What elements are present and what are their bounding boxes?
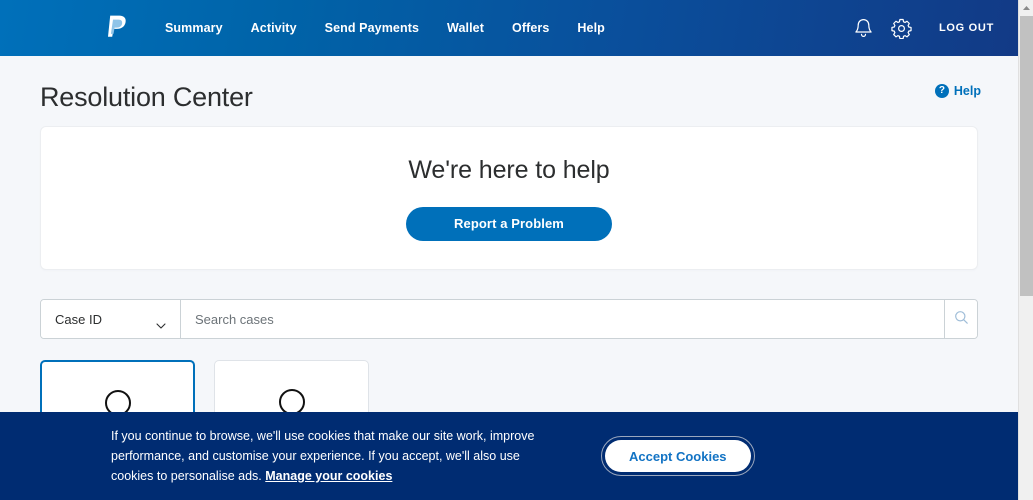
nav-right-group: LOG OUT — [847, 11, 994, 45]
question-mark-icon: ? — [934, 84, 949, 98]
nav-link-summary[interactable]: Summary — [165, 15, 223, 41]
page-title: Resolution Center — [40, 82, 253, 112]
search-submit-button[interactable] — [944, 300, 977, 338]
accept-cookies-button[interactable]: Accept Cookies — [605, 440, 751, 472]
chevron-down-icon — [156, 316, 166, 329]
nav-link-offers[interactable]: Offers — [512, 15, 549, 41]
help-hero-card: We're here to help Report a Problem — [40, 126, 978, 270]
nav-link-activity[interactable]: Activity — [251, 15, 297, 41]
case-id-dropdown-label: Case ID — [55, 311, 102, 327]
page-header: Resolution Center ? Help — [0, 56, 1018, 126]
hero-title: We're here to help — [408, 155, 610, 184]
nav-left-group: Summary Activity Send Payments Wallet Of… — [106, 15, 605, 41]
cookie-banner-text: If you continue to browse, we'll use coo… — [111, 426, 563, 486]
cookie-consent-banner: If you continue to browse, we'll use coo… — [0, 412, 1018, 500]
help-link-label: Help — [953, 84, 981, 98]
page-viewport: Summary Activity Send Payments Wallet Of… — [0, 0, 1018, 500]
manage-your-cookies-link[interactable]: Manage your cookies — [265, 469, 392, 483]
vertical-scrollbar[interactable] — [1018, 0, 1033, 500]
nav-link-help[interactable]: Help — [577, 15, 605, 41]
accept-cookies-focus-ring: Accept Cookies — [601, 436, 755, 476]
bell-icon[interactable] — [847, 11, 881, 45]
nav-link-wallet[interactable]: Wallet — [447, 15, 484, 41]
help-link[interactable]: ? Help — [934, 84, 981, 98]
gear-icon[interactable] — [885, 11, 919, 45]
scroll-up-arrow-icon[interactable] — [1019, 0, 1033, 16]
logout-link[interactable]: LOG OUT — [939, 22, 994, 34]
report-a-problem-button[interactable]: Report a Problem — [406, 206, 612, 241]
nav-link-send-payments[interactable]: Send Payments — [325, 15, 419, 41]
scrollbar-thumb[interactable] — [1020, 16, 1033, 296]
case-id-dropdown[interactable]: Case ID — [41, 300, 181, 338]
top-navigation-bar: Summary Activity Send Payments Wallet Of… — [0, 0, 1018, 56]
nav-links: Summary Activity Send Payments Wallet Of… — [165, 15, 605, 41]
search-cases-input[interactable] — [181, 300, 944, 338]
case-search-bar: Case ID — [40, 299, 978, 339]
magnifier-icon — [954, 310, 969, 328]
paypal-logo[interactable] — [106, 15, 128, 41]
